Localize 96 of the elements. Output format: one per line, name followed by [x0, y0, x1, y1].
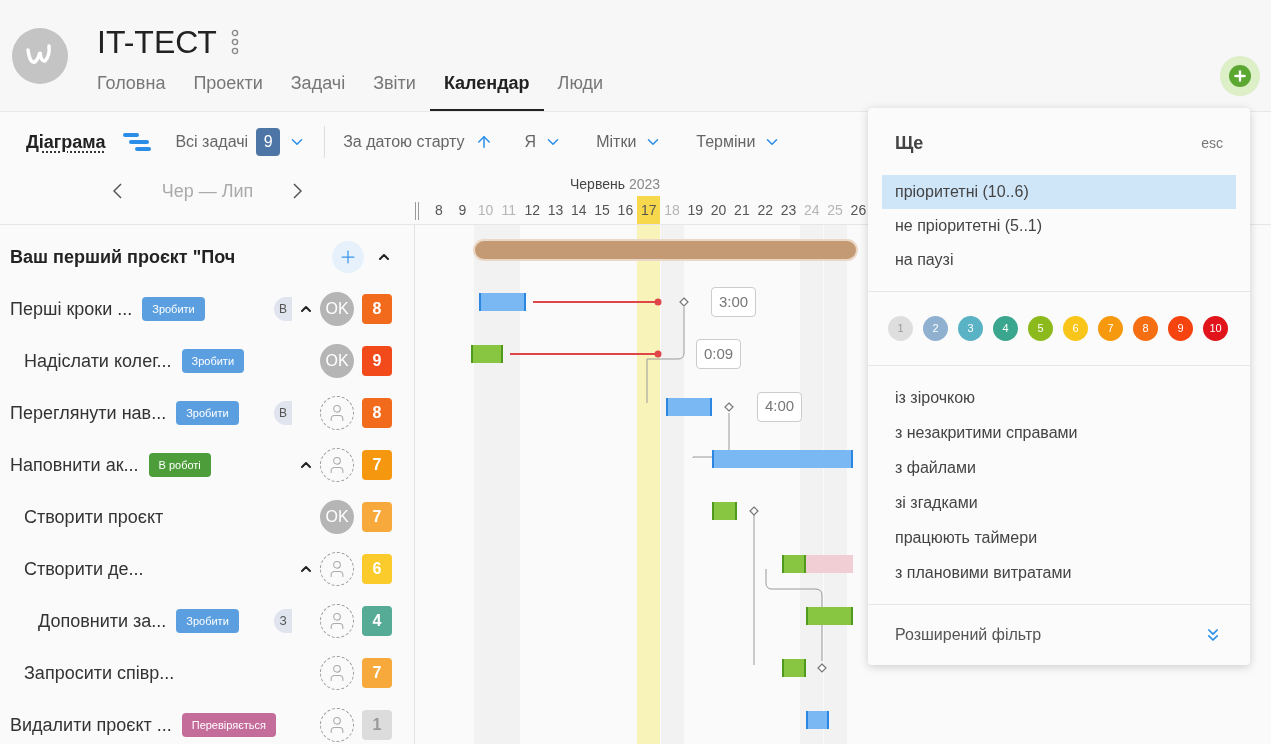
day-label: 20	[709, 200, 728, 220]
month-label: Червень 2023	[570, 175, 661, 194]
task-name[interactable]: Створити де...	[24, 555, 144, 583]
nav-tab[interactable]: Люди	[543, 70, 618, 111]
nav-tab[interactable]: Звіти	[359, 70, 430, 111]
day-label: 25	[826, 200, 844, 220]
more-icon[interactable]	[230, 29, 239, 55]
task-bar[interactable]	[782, 659, 806, 678]
milestone-icon	[749, 506, 759, 517]
tag-chip[interactable]: В	[274, 401, 292, 425]
view-switch[interactable]: Діаграма	[26, 128, 106, 156]
chevron-right-icon	[293, 183, 303, 199]
duration-label: 3:00	[711, 287, 757, 317]
priority-badge[interactable]: 4	[362, 606, 392, 636]
plus-icon	[1229, 65, 1251, 87]
day-label: 13	[546, 200, 565, 220]
day-label: 23	[779, 200, 798, 220]
filter-option[interactable]: на паузі	[882, 243, 1236, 277]
day-label: 11	[500, 200, 518, 220]
day-label: 10	[476, 200, 495, 220]
task-name[interactable]: Надіслати колег...	[24, 347, 172, 375]
day-label: 15	[593, 200, 611, 220]
day-label: 26	[849, 200, 868, 220]
task-bar[interactable]	[666, 397, 712, 416]
task-name[interactable]: Переглянути нав...	[10, 399, 167, 427]
day-label: 18	[663, 200, 681, 220]
task-bar[interactable]	[712, 449, 853, 468]
filter-option[interactable]: працюють таймери	[868, 520, 1250, 555]
priority-badge[interactable]: 9	[362, 346, 392, 376]
day-label: 16	[616, 200, 635, 220]
close-button[interactable]: esc	[1201, 133, 1223, 154]
day-label: 24	[803, 200, 821, 220]
filter-option[interactable]: пріоритетні (10..6)	[882, 175, 1236, 209]
task-name[interactable]: Доповнити за...	[38, 607, 167, 635]
task-bar[interactable]	[806, 606, 853, 625]
previous-button[interactable]	[112, 183, 122, 199]
task-name[interactable]: Видалити проєкт ...	[10, 711, 172, 739]
duration-label: 0:09	[696, 339, 742, 370]
day-label: 21	[733, 200, 751, 220]
day-label: 12	[523, 200, 541, 220]
logo-icon[interactable]	[12, 28, 68, 84]
duration-label: 4:00	[757, 391, 803, 422]
task-bar[interactable]	[782, 554, 806, 573]
day-label: 19	[686, 200, 705, 220]
day-label: 14	[570, 200, 588, 220]
status-tag[interactable]: Зробити	[176, 401, 239, 425]
milestone-icon	[724, 401, 734, 412]
priority-badge[interactable]: 8	[362, 294, 392, 324]
task-bar[interactable]	[712, 502, 737, 521]
task-bar[interactable]	[479, 293, 526, 311]
day-label: 9	[457, 200, 468, 220]
nav-tab[interactable]: Головна	[97, 70, 180, 111]
status-tag[interactable]: В роботі	[148, 453, 211, 477]
date-range: Чер — Лип	[161, 179, 254, 203]
popup-title: Ще	[895, 132, 924, 155]
day-label: 22	[756, 200, 774, 220]
filter-option[interactable]: із зірочкою	[868, 380, 1250, 415]
workspace-title: IT-ТЕСТ	[97, 24, 217, 60]
task-bar[interactable]	[471, 345, 503, 364]
nav-tab[interactable]: Задачі	[276, 70, 360, 111]
day-label: 8	[434, 200, 444, 220]
sort-dropdown[interactable]: За датою старту	[343, 130, 493, 154]
filter-option[interactable]: з файлами	[868, 450, 1250, 485]
tag-chip[interactable]: В	[274, 297, 292, 321]
status-tag[interactable]: Зробити	[181, 349, 245, 373]
status-tag[interactable]: Перевіряється	[181, 713, 277, 737]
tag-chip[interactable]: З	[274, 609, 292, 633]
add-task-button[interactable]	[332, 241, 364, 273]
labels-dropdown[interactable]: Мітки	[596, 130, 663, 154]
task-name[interactable]: Наповнити ак...	[10, 451, 139, 479]
gantt-icon[interactable]	[123, 132, 152, 152]
task-name[interactable]: Запросити співр...	[24, 659, 175, 687]
count-badge: 9	[256, 128, 281, 156]
status-tag[interactable]: Зробити	[142, 297, 205, 321]
task-filter-dropdown[interactable]: Всі задачі 9	[175, 128, 307, 156]
project-bar[interactable]	[473, 239, 858, 261]
status-tag[interactable]: Зробити	[176, 609, 239, 633]
filter-option[interactable]: не пріоритетні (5..1)	[882, 209, 1236, 243]
project-name[interactable]: Ваш перший проєкт "Поч	[10, 243, 236, 271]
priority-badge[interactable]: 8	[362, 398, 392, 428]
user-filter-dropdown[interactable]: Я	[524, 130, 563, 154]
task-name[interactable]: Створити проєкт	[24, 503, 164, 531]
day-label: 17	[637, 196, 661, 224]
task-bar[interactable]	[806, 711, 829, 730]
filter-option[interactable]: зі згадками	[868, 485, 1250, 520]
filter-option[interactable]: з незакритими справами	[868, 415, 1250, 450]
nav-tab[interactable]: Проекти	[179, 70, 277, 111]
task-name[interactable]: Перші кроки ...	[10, 295, 133, 323]
chevron-left-icon	[112, 183, 122, 199]
advanced-filter-button[interactable]: Розширений фільтр	[868, 605, 1250, 665]
deadlines-dropdown[interactable]: Терміни	[696, 130, 782, 154]
filter-option[interactable]: з плановими витратами	[868, 555, 1250, 590]
milestone-icon	[817, 663, 827, 674]
nav-tab[interactable]: Календар	[429, 70, 544, 111]
milestone-icon	[679, 297, 689, 307]
next-button[interactable]	[293, 183, 303, 199]
